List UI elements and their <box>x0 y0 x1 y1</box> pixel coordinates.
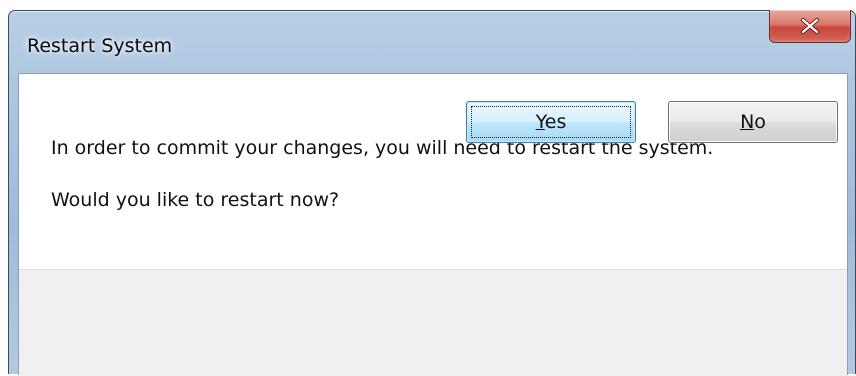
no-mnemonic: N <box>740 111 755 133</box>
no-button[interactable]: No <box>668 101 838 143</box>
no-label-rest: o <box>754 111 766 133</box>
yes-button[interactable]: Yes <box>466 101 636 143</box>
yes-mnemonic: Y <box>535 111 545 133</box>
close-button[interactable] <box>769 10 851 43</box>
window-title: Restart System <box>27 35 173 57</box>
message-line-2: Would you like to restart now? <box>51 189 340 211</box>
button-bar <box>19 269 847 376</box>
yes-button-label: Yes <box>536 111 567 133</box>
no-button-label: No <box>740 111 766 133</box>
yes-label-rest: es <box>544 111 567 133</box>
dialog-window: Restart System In order to commit your c… <box>8 10 856 376</box>
close-x-icon <box>801 18 819 34</box>
